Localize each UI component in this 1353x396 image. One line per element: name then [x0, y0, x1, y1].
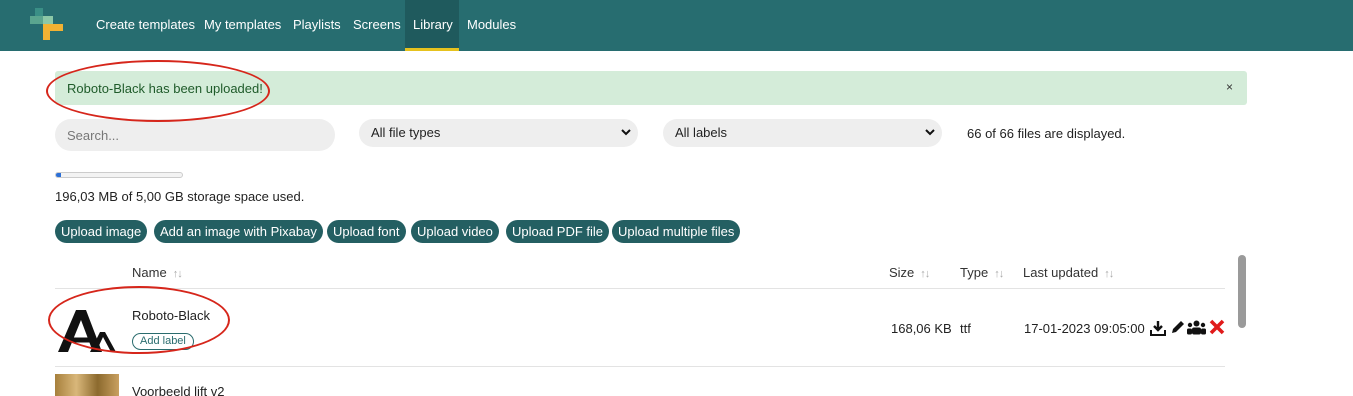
table-divider — [55, 366, 1225, 367]
upload-font-button[interactable]: Upload font — [327, 220, 406, 243]
annotation-ring — [46, 60, 270, 122]
nav-modules[interactable]: Modules — [459, 0, 524, 51]
image-thumbnail — [55, 374, 119, 396]
upload-multiple-button[interactable]: Upload multiple files — [612, 220, 741, 243]
close-icon[interactable]: × — [1226, 80, 1233, 94]
storage-progress-bar — [55, 172, 183, 178]
sort-icon[interactable]: ↑↓ — [920, 268, 930, 280]
file-type-value: All file types — [371, 125, 441, 140]
app-logo[interactable] — [30, 6, 66, 42]
label-value: All labels — [675, 125, 728, 140]
column-header-updated[interactable]: Last updated ↑↓ — [1023, 265, 1114, 280]
file-type: ttf — [960, 321, 971, 336]
search-input[interactable] — [55, 119, 335, 151]
sort-icon[interactable]: ↑↓ — [173, 268, 183, 280]
nav-screens[interactable]: Screens — [345, 0, 409, 51]
nav-my-templates[interactable]: My templates — [196, 0, 289, 51]
users-icon[interactable] — [1187, 320, 1206, 335]
nav-create-templates[interactable]: Create templates — [88, 0, 203, 51]
upload-image-button[interactable]: Upload image — [55, 220, 148, 243]
chevron-down-icon — [620, 119, 632, 158]
nav-playlists[interactable]: Playlists — [285, 0, 349, 51]
column-header-size[interactable]: Size ↑↓ — [889, 265, 930, 280]
file-count: 66 of 66 files are displayed. — [967, 126, 1126, 141]
sort-icon[interactable]: ↑↓ — [994, 268, 1004, 280]
column-header-type[interactable]: Type ↑↓ — [960, 265, 1004, 280]
upload-video-button[interactable]: Upload video — [411, 220, 499, 243]
column-header-name[interactable]: Name ↑↓ — [132, 265, 183, 280]
scrollbar-thumb[interactable] — [1238, 255, 1246, 328]
close-icon[interactable] — [1209, 319, 1225, 335]
pencil-icon[interactable] — [1170, 320, 1185, 335]
file-size: 168,06 KB — [891, 321, 952, 336]
download-icon[interactable] — [1150, 320, 1166, 336]
file-type-select[interactable]: All file types — [359, 119, 638, 147]
upload-pdf-button[interactable]: Upload PDF file — [506, 220, 610, 243]
sort-icon[interactable]: ↑↓ — [1104, 268, 1114, 280]
table-divider — [55, 288, 1225, 289]
chevron-down-icon — [924, 119, 936, 158]
file-name[interactable]: Voorbeeld lift v2 — [132, 384, 225, 396]
storage-text: 196,03 MB of 5,00 GB storage space used. — [55, 189, 305, 204]
label-select[interactable]: All labels — [663, 119, 942, 147]
top-navigation: Create templates My templates Playlists … — [0, 0, 1353, 51]
storage-progress-fill — [56, 173, 62, 177]
annotation-ring — [48, 286, 230, 354]
pixabay-button[interactable]: Add an image with Pixabay — [154, 220, 323, 243]
nav-library[interactable]: Library — [405, 0, 459, 51]
file-updated: 17-01-2023 09:05:00 — [1024, 321, 1145, 336]
